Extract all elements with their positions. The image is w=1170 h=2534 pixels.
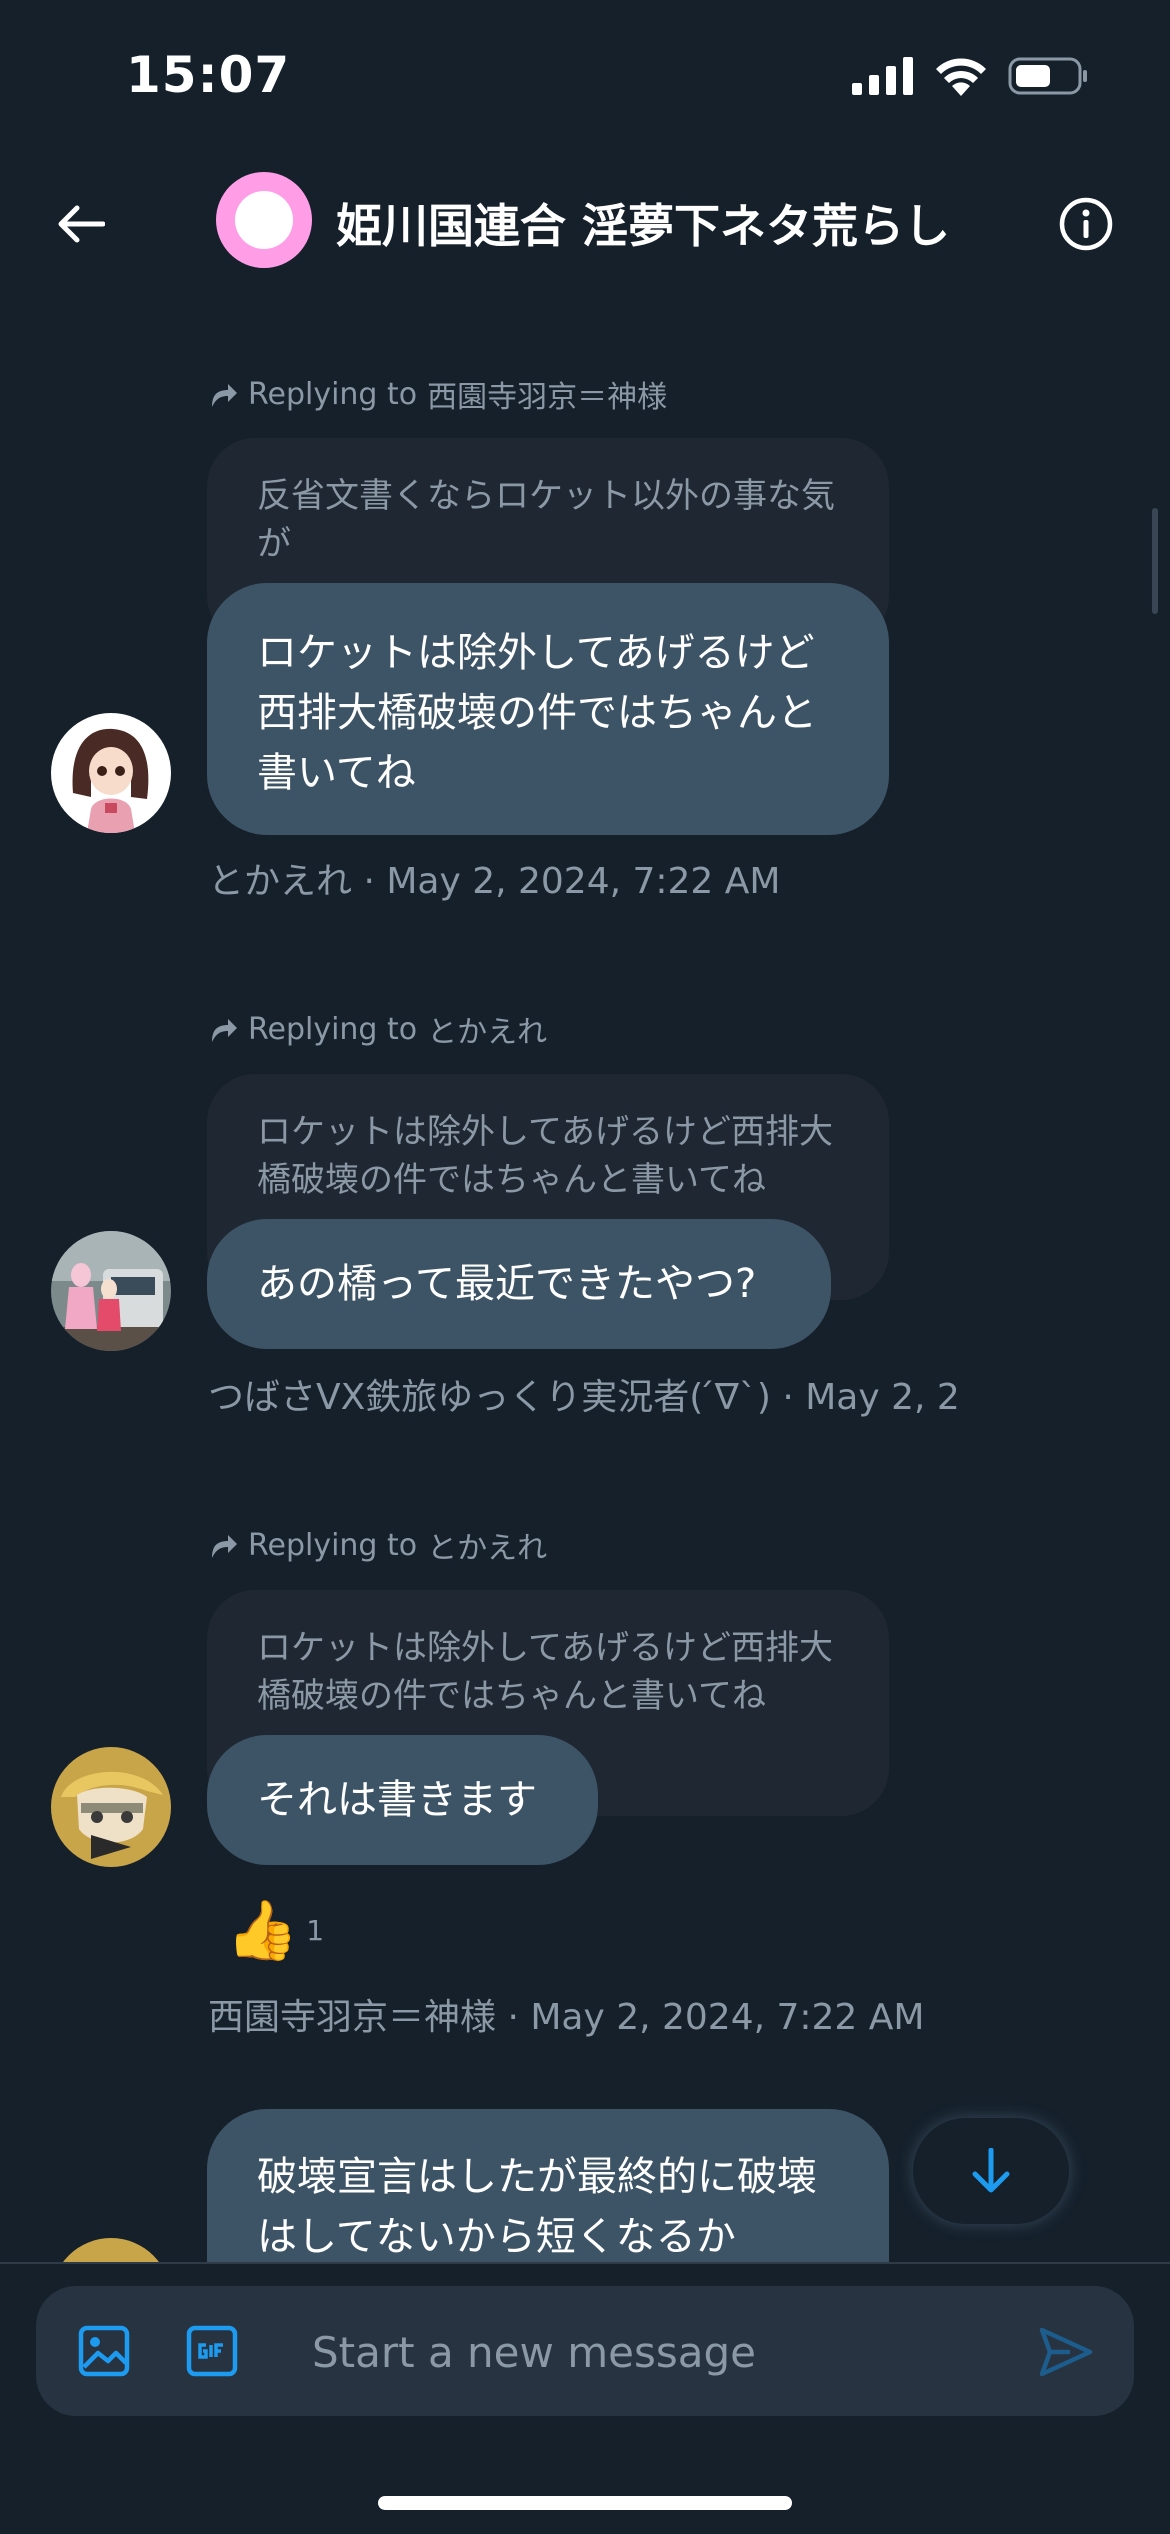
reply-target: とかえれ bbox=[427, 1531, 548, 1566]
chat-header: 姫川国連合 淫夢下ネタ荒らし bbox=[0, 150, 1170, 300]
reply-label: Replying to bbox=[248, 1011, 418, 1047]
quoted-text: 反省文書くならロケット以外の事な気が bbox=[257, 476, 835, 564]
info-button[interactable] bbox=[1050, 188, 1122, 260]
media-button[interactable] bbox=[76, 2323, 132, 2379]
user-avatar-anime-girl bbox=[51, 713, 171, 833]
composer-area bbox=[0, 2262, 1170, 2534]
send-icon bbox=[1039, 2327, 1093, 2377]
status-icons bbox=[852, 56, 1088, 96]
avatar[interactable] bbox=[51, 713, 171, 833]
scroll-to-bottom-button[interactable] bbox=[913, 2118, 1069, 2224]
quoted-text: ロケットは除外してあげるけど西排大橋破壊の件ではちゃんと書いてね bbox=[257, 1628, 833, 1716]
info-icon bbox=[1059, 197, 1113, 251]
avatar[interactable] bbox=[51, 1747, 171, 1867]
message-meta: 西園寺羽京＝神様 · May 2, 2024, 7:22 AM bbox=[208, 1997, 925, 2038]
message-input[interactable] bbox=[310, 2318, 1014, 2386]
message-text: ロケットは除外してあげるけど西排大橋破壊の件ではちゃんと書いてね bbox=[257, 630, 817, 796]
back-button[interactable] bbox=[44, 188, 116, 260]
reply-target: 西園寺羽京＝神様 bbox=[427, 380, 668, 415]
thumbs-up-emoji: 👍 bbox=[226, 1896, 299, 1964]
reply-label: Replying to bbox=[248, 376, 418, 412]
reply-context: Replying to とかえれ bbox=[208, 1007, 547, 1051]
image-icon bbox=[78, 2325, 130, 2377]
message-bubble[interactable]: それは書きます bbox=[207, 1735, 598, 1865]
reply-target: とかえれ bbox=[427, 1015, 548, 1050]
cellular-signal-icon bbox=[852, 57, 913, 95]
scroll-indicator[interactable] bbox=[1152, 508, 1158, 614]
message-text: あの橋って最近できたやつ? bbox=[257, 1261, 757, 1307]
status-bar: 15:07 bbox=[0, 0, 1170, 150]
reply-context: Replying to 西園寺羽京＝神様 bbox=[208, 372, 667, 416]
arrow-left-icon bbox=[58, 205, 105, 243]
reaction-chip[interactable]: 👍 1 bbox=[226, 1896, 324, 1965]
user-avatar-train-photo bbox=[51, 1231, 171, 1351]
quoted-text: ロケットは除外してあげるけど西排大橋破壊の件ではちゃんと書いてね bbox=[257, 1112, 833, 1200]
message-bubble[interactable]: あの橋って最近できたやつ? bbox=[207, 1219, 831, 1349]
message-meta: とかえれ · May 2, 2024, 7:22 AM bbox=[208, 861, 781, 902]
reply-context: Replying to とかえれ bbox=[208, 1523, 547, 1567]
gif-button[interactable] bbox=[184, 2323, 240, 2379]
gif-icon bbox=[186, 2325, 238, 2377]
battery-icon bbox=[1008, 57, 1087, 95]
conversation-title[interactable]: 姫川国連合 淫夢下ネタ荒らし bbox=[336, 190, 950, 256]
reply-arrow-icon bbox=[212, 384, 237, 407]
user-avatar-anime-character bbox=[51, 1747, 171, 1867]
message-bubble[interactable]: ロケットは除外してあげるけど西排大橋破壊の件ではちゃんと書いてね bbox=[207, 583, 889, 835]
status-time: 15:07 bbox=[126, 46, 291, 104]
send-button[interactable] bbox=[1036, 2322, 1096, 2382]
message-composer bbox=[36, 2286, 1134, 2416]
wifi-icon bbox=[936, 58, 986, 96]
message-text: それは書きます bbox=[257, 1777, 537, 1823]
reply-label: Replying to bbox=[248, 1527, 418, 1563]
message-text: 破壊宣言はしたが最終的に破壊はしてないから短くなるか bbox=[257, 2154, 817, 2260]
arrow-down-icon bbox=[972, 2148, 1010, 2193]
avatar[interactable] bbox=[51, 1231, 171, 1351]
group-avatar[interactable] bbox=[216, 172, 312, 268]
reply-arrow-icon bbox=[212, 1019, 237, 1042]
home-indicator bbox=[378, 2496, 792, 2510]
reaction-count: 1 bbox=[306, 1914, 325, 1947]
reply-arrow-icon bbox=[212, 1535, 237, 1558]
message-meta: つばさVX鉄旅ゆっくり実況者( ́∇`) · May 2, 2 bbox=[208, 1377, 960, 1418]
